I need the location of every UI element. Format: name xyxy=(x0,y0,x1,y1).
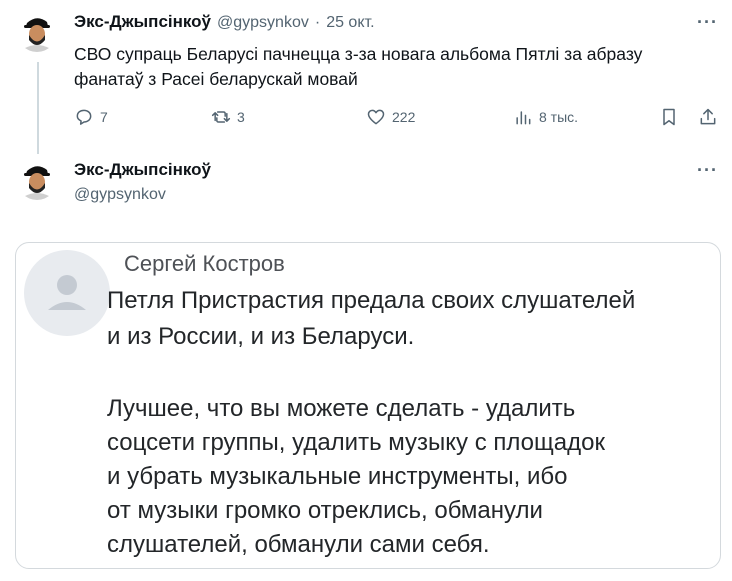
separator: · xyxy=(314,14,321,31)
like-icon xyxy=(367,109,385,125)
avatar[interactable] xyxy=(17,160,57,200)
views-button[interactable]: 8 тыс. xyxy=(513,107,578,127)
attached-image[interactable]: Сергей Костров Петля Пристрастия предала… xyxy=(15,242,721,569)
post-text-line: Лучшее, что вы можете сделать - удалить xyxy=(107,395,576,422)
avatar-cartoon-icon xyxy=(17,160,57,200)
author-handle[interactable]: @gypsynkov xyxy=(74,186,166,204)
bookmark-button[interactable] xyxy=(659,107,679,127)
tweet-text-line: фанатаў з Расеі беларускай мовай xyxy=(74,69,358,89)
like-count: 222 xyxy=(392,109,416,125)
reply-icon xyxy=(76,109,92,125)
views-count: 8 тыс. xyxy=(539,109,579,125)
views-icon xyxy=(516,111,531,125)
post-text-line: слушателей, обманули сами себя. xyxy=(107,531,490,558)
post-text-line: соцсети группы, удалить музыку с площадо… xyxy=(107,429,605,456)
like-button[interactable]: 222 xyxy=(366,107,415,127)
reply-button[interactable]: 7 xyxy=(74,107,108,127)
more-icon[interactable]: ··· xyxy=(697,160,718,181)
retweet-icon xyxy=(211,111,231,123)
bookmark-icon xyxy=(663,108,675,126)
tweet-header: Экс-Джыпсінкоў @gypsynkov · 25 окт. xyxy=(74,12,375,32)
author-name[interactable]: Экс-Джыпсінкоў xyxy=(74,12,211,32)
default-user-icon xyxy=(24,250,110,336)
tweet-text: СВО супраць Беларусі пачнецца з-за новаг… xyxy=(74,42,724,92)
post-text-line: и из России, и из Беларуси. xyxy=(107,323,415,350)
tweet-date[interactable]: 25 окт. xyxy=(326,14,374,32)
retweet-button[interactable]: 3 xyxy=(211,107,245,127)
tweet-text-line: СВО супраць Беларусі пачнецца з-за новаг… xyxy=(74,44,643,64)
post-text-line: Петля Пристрастия предала своих слушател… xyxy=(107,287,636,314)
post-text-line: от музыки громко отреклись, обманули xyxy=(107,497,543,524)
post-text-line: и убрать музыкальные инструменты, ибо xyxy=(107,463,568,490)
share-icon xyxy=(700,108,716,125)
share-button[interactable] xyxy=(698,107,718,127)
reply-count: 7 xyxy=(100,109,108,125)
post-author: Сергей Костров xyxy=(124,251,285,276)
more-icon[interactable]: ··· xyxy=(697,12,718,33)
avatar[interactable] xyxy=(17,12,57,52)
author-handle[interactable]: @gypsynkov xyxy=(217,14,309,32)
author-name[interactable]: Экс-Джыпсінкоў xyxy=(74,160,211,180)
thread-line xyxy=(37,62,39,154)
retweet-count: 3 xyxy=(237,109,245,125)
avatar-cartoon-icon xyxy=(17,12,57,52)
